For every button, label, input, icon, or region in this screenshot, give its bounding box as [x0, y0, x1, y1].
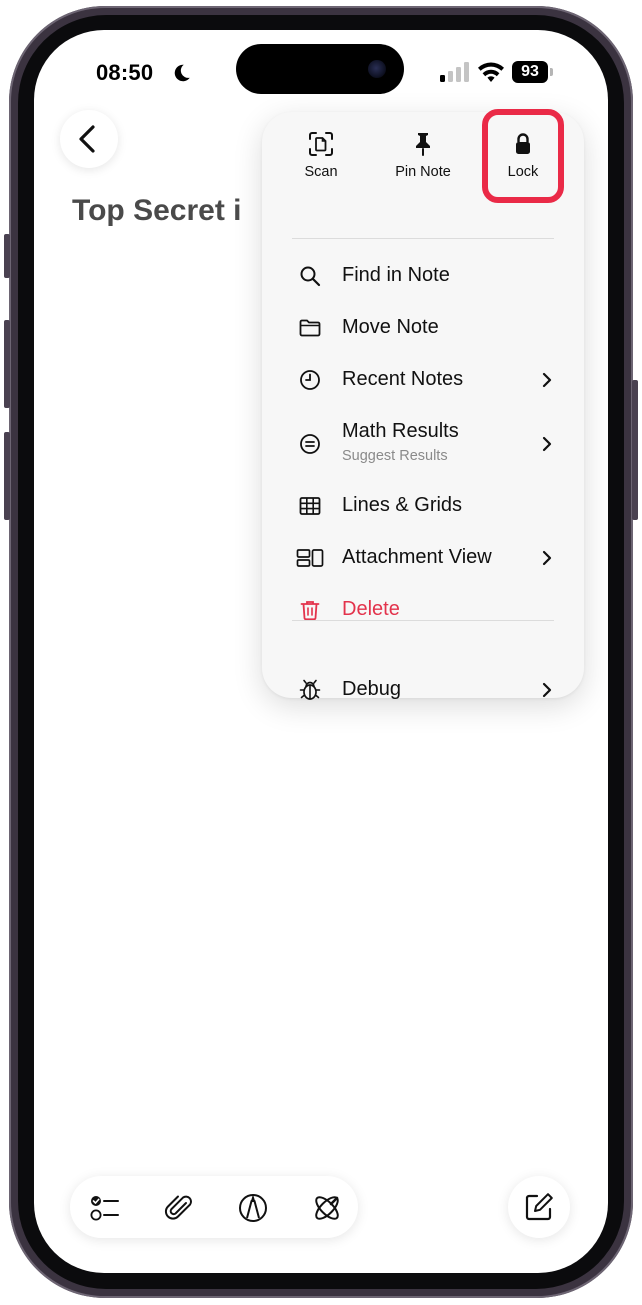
note-options-menu: Scan Pin Note Lock Find in Note Move Not…: [262, 109, 584, 700]
moon-icon: [174, 64, 190, 82]
menu-item-math-results[interactable]: Math Results Suggest Results: [262, 412, 584, 472]
pin-icon: [416, 133, 430, 156]
checklist-icon[interactable]: [88, 1191, 122, 1225]
battery-level: 93: [512, 61, 548, 83]
menu-item-label: Recent Notes: [342, 368, 464, 390]
menu-item-label: Find in Note: [342, 264, 450, 286]
screen: 08:50 93 Top Secret i Scan Pin Note Lock…: [34, 30, 608, 1273]
wifi-icon: [478, 62, 504, 82]
action-button: [4, 234, 10, 278]
menu-item-move-note[interactable]: Move Note: [262, 308, 584, 348]
chevron-right-icon: [542, 550, 552, 566]
menu-item-label: Delete: [342, 598, 400, 620]
scan-document-icon: [309, 132, 333, 156]
menu-item-delete[interactable]: Delete: [262, 590, 584, 630]
chevron-right-icon: [542, 682, 552, 698]
menu-separator: [292, 238, 554, 239]
menu-item-recent-notes[interactable]: Recent Notes: [262, 360, 584, 400]
battery-icon: 93: [512, 61, 554, 83]
chevron-right-icon: [542, 372, 552, 388]
lock-highlight-box: [482, 109, 564, 203]
compose-icon: [525, 1193, 553, 1221]
pin-note-button[interactable]: Pin Note: [378, 130, 468, 194]
clock-icon: [300, 370, 320, 390]
menu-item-find-in-note[interactable]: Find in Note: [262, 256, 584, 296]
note-title[interactable]: Top Secret i: [72, 194, 241, 228]
grid-icon: [299, 497, 321, 515]
markup-pen-icon[interactable]: [236, 1191, 270, 1225]
pin-note-label: Pin Note: [395, 164, 451, 180]
attachment-view-icon: [296, 549, 324, 567]
status-time: 08:50: [96, 60, 154, 85]
menu-item-label: Math Results: [342, 420, 459, 442]
ladybug-icon: [299, 679, 321, 700]
folder-icon: [299, 319, 321, 337]
bottom-toolbar: [70, 1176, 358, 1238]
magnifier-icon: [300, 266, 321, 287]
menu-separator: [292, 620, 554, 621]
compose-button[interactable]: [508, 1176, 570, 1238]
trash-icon: [300, 601, 320, 621]
menu-item-label: Lines & Grids: [342, 494, 463, 516]
battery-tip: [550, 68, 553, 76]
power-button: [632, 380, 638, 520]
menu-item-lines-grids[interactable]: Lines & Grids: [262, 486, 584, 526]
scan-button[interactable]: Scan: [276, 130, 366, 194]
menu-item-label: Move Note: [342, 316, 439, 338]
menu-item-sublabel: Suggest Results: [342, 448, 448, 464]
dynamic-island: [236, 44, 404, 94]
signal-icon: [440, 62, 469, 82]
camera-icon: [368, 60, 386, 78]
scan-label: Scan: [304, 164, 338, 180]
menu-item-attachment-view[interactable]: Attachment View: [262, 538, 584, 578]
equals-circle-icon: [300, 434, 320, 454]
paperclip-icon[interactable]: [162, 1191, 196, 1225]
writing-tools-icon[interactable]: [310, 1191, 344, 1225]
volume-down-button: [4, 432, 10, 520]
menu-item-label: Debug: [342, 678, 401, 700]
menu-item-label: Attachment View: [342, 546, 492, 568]
chevron-left-icon: [79, 125, 95, 153]
chevron-right-icon: [542, 436, 552, 452]
back-button[interactable]: [60, 110, 118, 168]
volume-up-button: [4, 320, 10, 408]
menu-item-debug[interactable]: Debug: [262, 670, 584, 710]
